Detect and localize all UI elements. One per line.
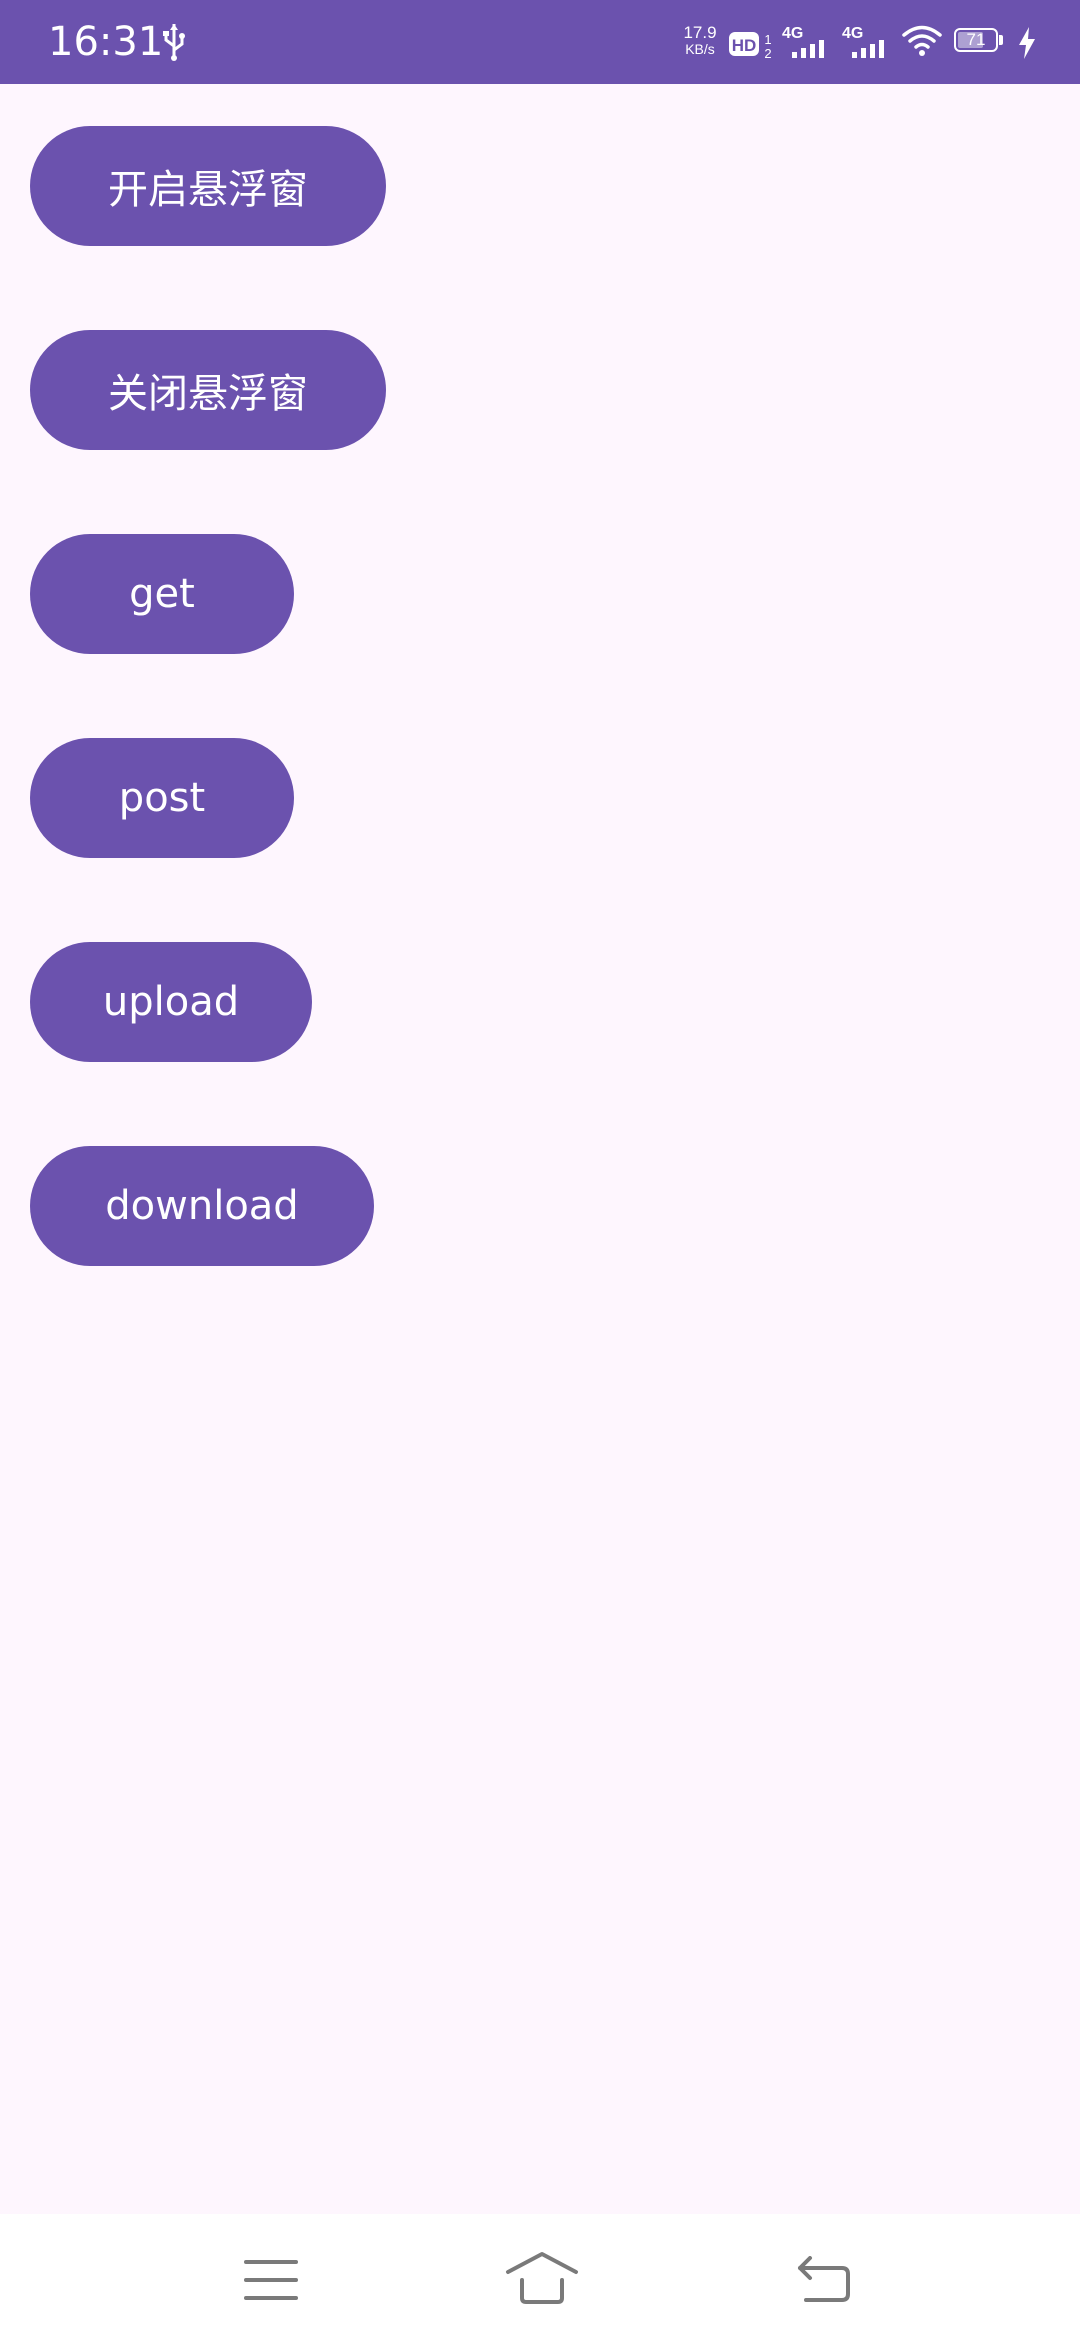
svg-text:2: 2 bbox=[764, 46, 771, 61]
upload-button[interactable]: upload bbox=[30, 942, 312, 1062]
net-speed: 17.9 KB/s bbox=[676, 24, 724, 57]
svg-text:1: 1 bbox=[764, 32, 771, 47]
net-speed-value: 17.9 bbox=[683, 23, 717, 42]
back-icon[interactable] bbox=[796, 2256, 852, 2302]
open-floating-window-button[interactable]: 开启悬浮窗 bbox=[30, 126, 386, 246]
hd-label: HD bbox=[732, 36, 757, 55]
charging-icon bbox=[1019, 27, 1035, 59]
post-button[interactable]: post bbox=[30, 738, 294, 858]
signal-icon: 4G bbox=[782, 25, 824, 58]
get-button[interactable]: get bbox=[30, 534, 294, 654]
net-speed-unit: KB/s bbox=[685, 41, 715, 57]
hd-icon: HD 1 2 bbox=[729, 32, 772, 61]
close-floating-window-button[interactable]: 关闭悬浮窗 bbox=[30, 330, 386, 450]
navigation-bar bbox=[0, 2214, 1080, 2340]
wifi-icon bbox=[902, 25, 942, 56]
sim1-label: 4G bbox=[782, 25, 803, 42]
home-icon[interactable] bbox=[504, 2250, 580, 2306]
menu-icon[interactable] bbox=[244, 2258, 298, 2302]
sim2-label: 4G bbox=[842, 25, 863, 42]
battery-icon: 71 bbox=[954, 28, 1008, 56]
usb-icon bbox=[163, 24, 185, 61]
status-bar: 16:31 17.9 KB/s HD 1 2 4G 4G 71 bbox=[0, 0, 1080, 84]
status-time: 16:31 bbox=[48, 19, 164, 65]
download-button[interactable]: download bbox=[30, 1146, 374, 1266]
battery-tip bbox=[999, 35, 1003, 45]
battery-level: 71 bbox=[966, 30, 986, 49]
signal-icon: 4G bbox=[842, 25, 884, 58]
